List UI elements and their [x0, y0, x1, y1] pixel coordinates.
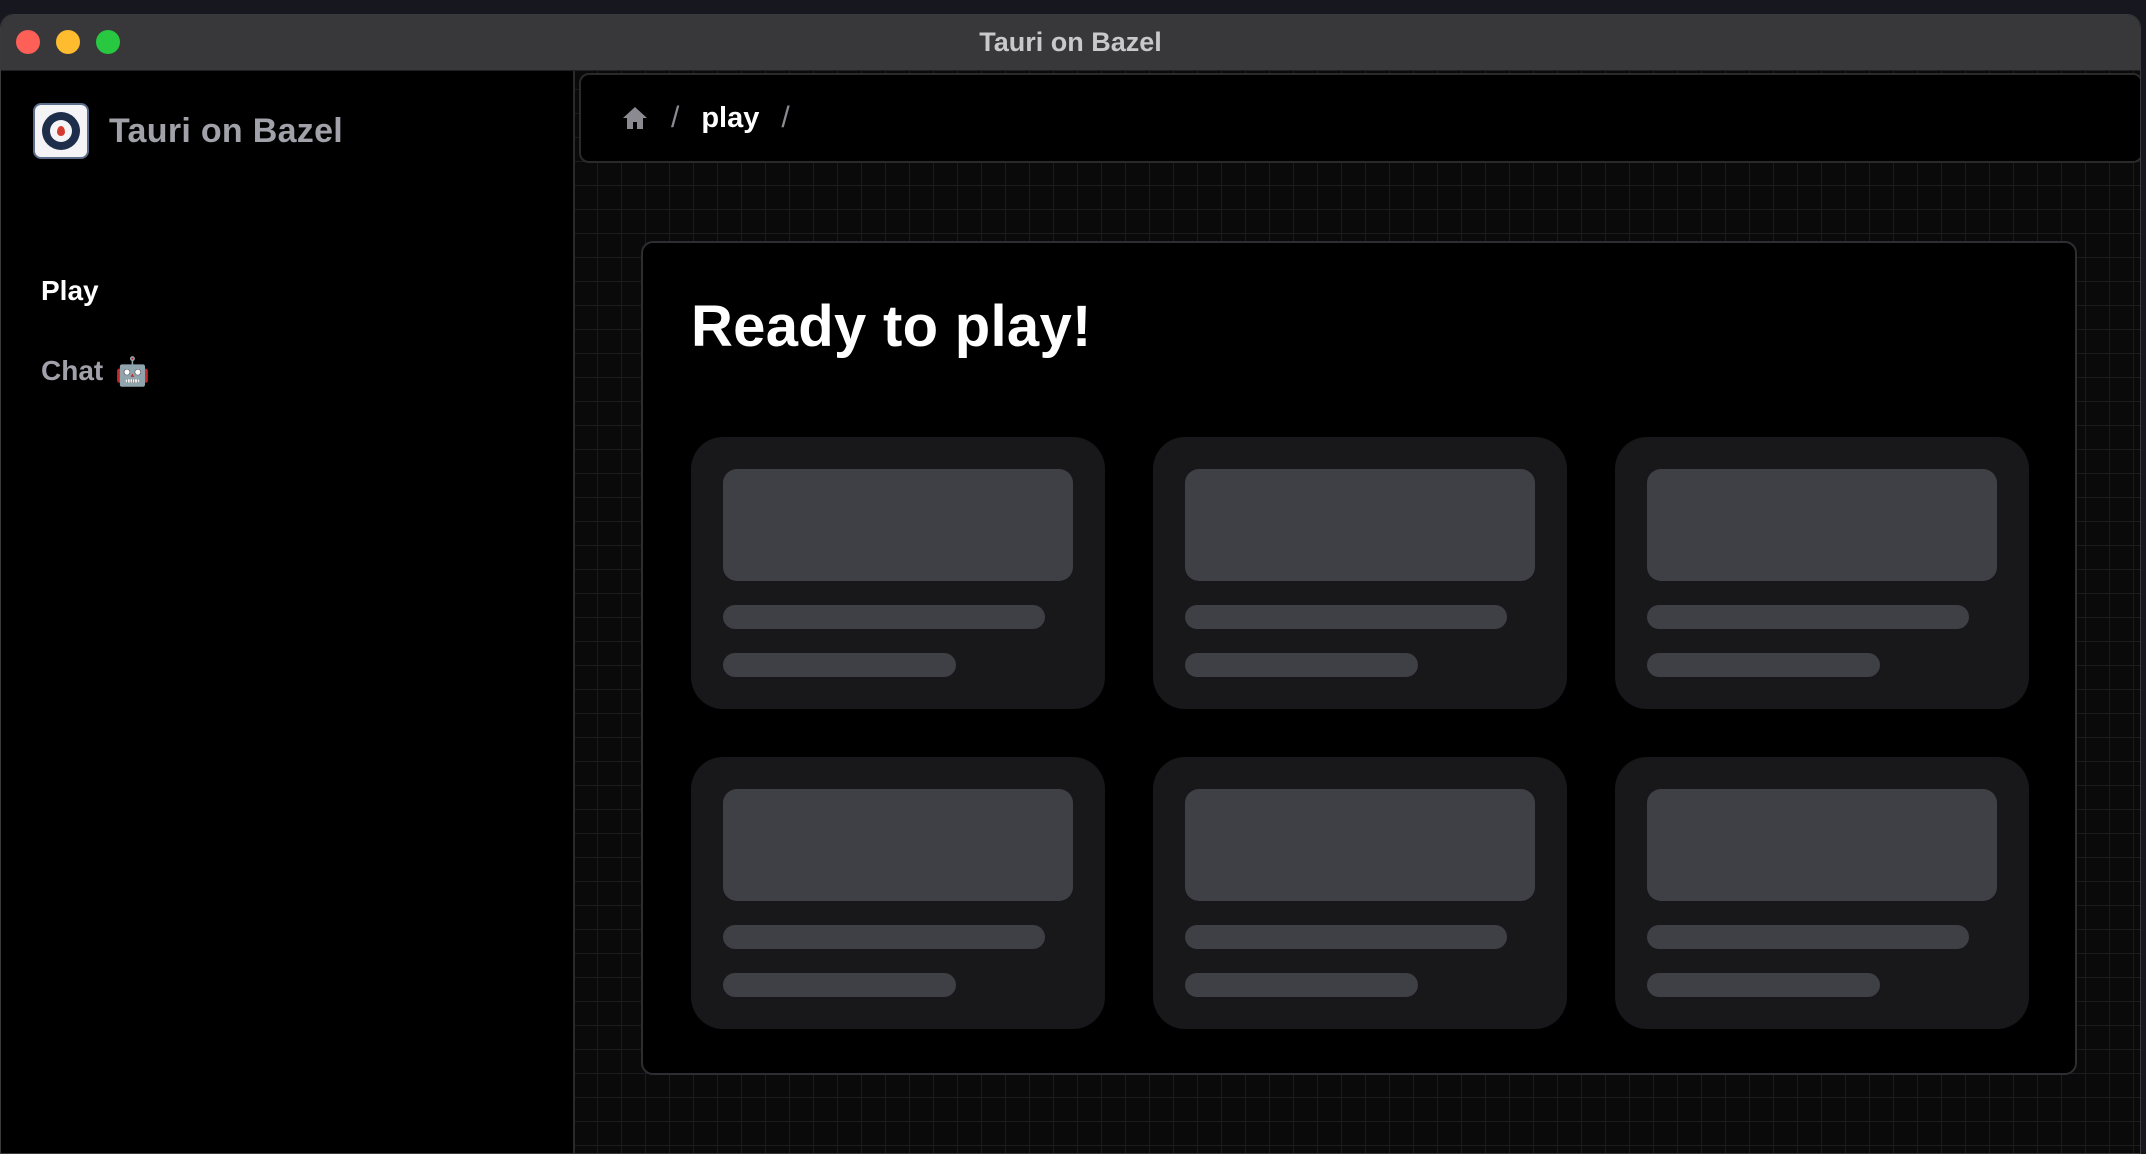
sidebar-nav: Play Chat 🤖: [41, 251, 150, 411]
page-title: Ready to play!: [691, 294, 1092, 359]
skeleton-text-line: [723, 973, 956, 997]
skeleton-text-line: [1647, 973, 1880, 997]
skeleton-text-line: [1647, 605, 1969, 629]
skeleton-text-line: [723, 605, 1045, 629]
window-title: Tauri on Bazel: [979, 27, 1162, 57]
main-content: / play / Ready to play!: [575, 71, 2140, 1153]
robot-icon: 🤖: [115, 355, 151, 387]
skeleton-card: [1615, 437, 2029, 709]
skeleton-text-line: [1185, 653, 1418, 677]
title-bar[interactable]: Tauri on Bazel: [1, 15, 2140, 71]
play-panel: Ready to play!: [641, 241, 2077, 1075]
breadcrumb: / play /: [579, 73, 2140, 163]
skeleton-image-placeholder: [1185, 789, 1535, 901]
skeleton-card: [1615, 757, 2029, 1029]
skeleton-text-line: [723, 925, 1045, 949]
sidebar-item-label: Chat: [41, 355, 104, 386]
skeleton-image-placeholder: [723, 789, 1073, 901]
home-icon[interactable]: [621, 105, 649, 131]
skeleton-text-line: [1185, 605, 1507, 629]
skeleton-grid: [691, 437, 2029, 1029]
skeleton-image-placeholder: [723, 469, 1073, 581]
skeleton-card: [691, 437, 1105, 709]
skeleton-card: [1153, 757, 1567, 1029]
sidebar-item-chat[interactable]: Chat 🤖: [41, 331, 150, 411]
skeleton-image-placeholder: [1647, 789, 1997, 901]
app-logo-icon: [33, 103, 89, 159]
app-window: Tauri on Bazel Tauri on Bazel Play Chat …: [0, 14, 2141, 1154]
brand-name: Tauri on Bazel: [109, 111, 344, 150]
skeleton-text-line: [1647, 653, 1880, 677]
breadcrumb-separator: /: [781, 101, 790, 134]
skeleton-text-line: [1185, 973, 1418, 997]
skeleton-card: [1153, 437, 1567, 709]
skeleton-card: [691, 757, 1105, 1029]
breadcrumb-separator: /: [671, 101, 680, 134]
skeleton-image-placeholder: [1185, 469, 1535, 581]
skeleton-text-line: [1647, 925, 1969, 949]
sidebar: Tauri on Bazel Play Chat 🤖: [1, 71, 575, 1153]
skeleton-text-line: [723, 653, 956, 677]
breadcrumb-current[interactable]: play: [701, 102, 759, 135]
brand[interactable]: Tauri on Bazel: [33, 103, 343, 159]
skeleton-text-line: [1185, 925, 1507, 949]
skeleton-image-placeholder: [1647, 469, 1997, 581]
sidebar-item-label: Play: [41, 275, 99, 306]
sidebar-item-play[interactable]: Play: [41, 251, 150, 331]
